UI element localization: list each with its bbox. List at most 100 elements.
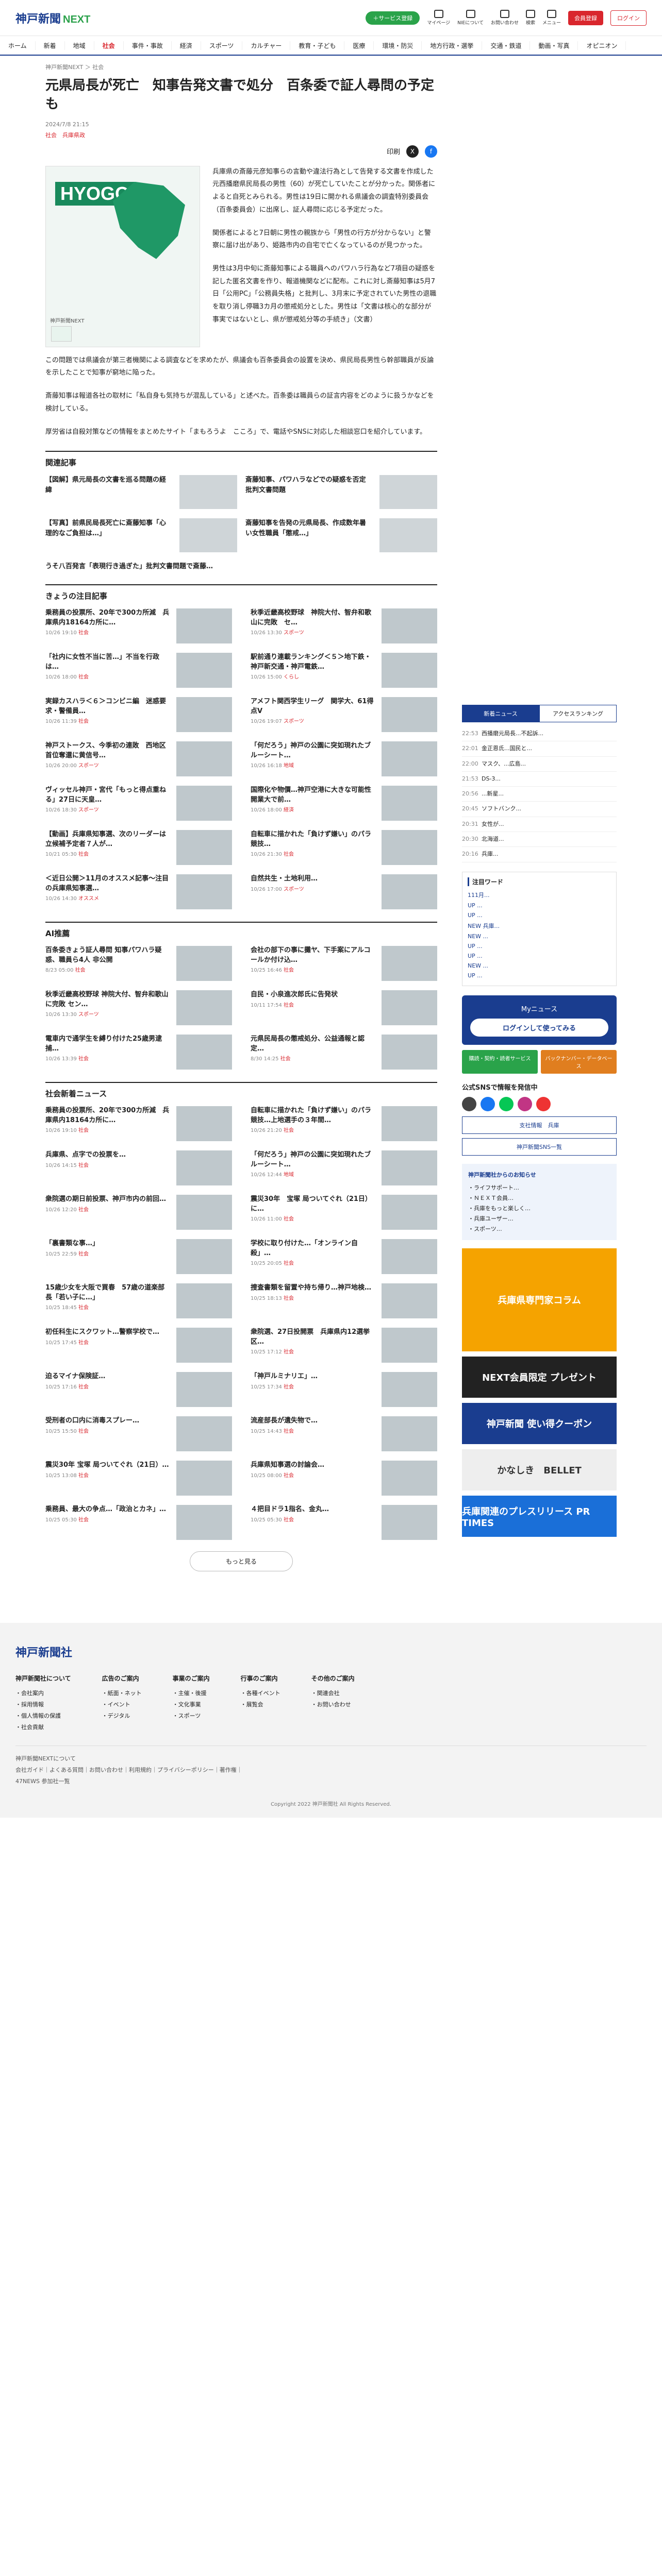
attention-item[interactable]: 111月... bbox=[468, 889, 611, 901]
footer-link[interactable]: ・主催・後援 bbox=[173, 1688, 210, 1699]
nav-item[interactable]: 地域 bbox=[65, 41, 94, 50]
tab-ranking[interactable]: アクセスランキング bbox=[539, 705, 617, 722]
nav-item[interactable]: オピニオン bbox=[578, 41, 626, 50]
login-button[interactable]: ログイン bbox=[610, 10, 647, 26]
attention-item[interactable]: UP ... bbox=[468, 910, 611, 920]
attention-item[interactable]: UP ... bbox=[468, 941, 611, 951]
nie-button[interactable]: NIEについて bbox=[457, 10, 484, 26]
footer-link[interactable]: ・各種イベント bbox=[241, 1688, 280, 1699]
bellet-banner[interactable]: かなしき BELLET bbox=[462, 1449, 617, 1491]
news-card[interactable]: 震災30年 宝塚 局ついてぐれ（21日）… 10/25 13:08 社会 bbox=[45, 1460, 232, 1496]
nav-item[interactable]: 新着 bbox=[36, 41, 65, 50]
related-item[interactable]: 【写真】前県民局長死亡に斎藤知事「心理的なご負担は…」 斎藤知事を告発の元県局長、… bbox=[45, 518, 437, 553]
more-button[interactable]: もっと見る bbox=[190, 1551, 293, 1571]
tab-new[interactable]: 新着ニュース bbox=[462, 705, 539, 722]
prtimes-banner[interactable]: 兵庫関連のプレスリリース PR TIMES bbox=[462, 1496, 617, 1537]
news-card[interactable]: 「社内に女性不当に苦…」不当を行政は… 10/26 18:00 社会 bbox=[45, 652, 232, 688]
ranking-item[interactable]: 22:53 西播磨元局長...不起訴... bbox=[462, 726, 617, 742]
news-card[interactable]: 実録カスハラ＜６＞コンビニ編 迷惑要求・警備員… 10/26 11:39 社会 bbox=[45, 697, 232, 732]
news-card[interactable]: 元県民局長の懲戒処分、公益通報と認定… 8/30 14:25 社会 bbox=[251, 1034, 437, 1070]
attention-item[interactable]: NEW ... bbox=[468, 931, 611, 941]
ranking-item[interactable]: 22:00 マスク、...広島... bbox=[462, 757, 617, 772]
news-card[interactable]: 受刑者の口内に消毒スプレー… 10/25 15:50 社会 bbox=[45, 1416, 232, 1451]
news-card[interactable]: 15歳少女を大阪で買春 57歳の道楽部長「若い子に…」 10/25 18:45 社… bbox=[45, 1283, 232, 1318]
news-card[interactable]: 初任科生にスクワット…警察学校で… 10/25 17:45 社会 bbox=[45, 1327, 232, 1363]
coupon-banner[interactable]: 神戸新聞 使い得クーポン bbox=[462, 1403, 617, 1445]
news-card[interactable]: ４把目ドラ1指名、金丸… 10/25 05:30 社会 bbox=[251, 1504, 437, 1540]
nav-item[interactable]: ホーム bbox=[0, 41, 36, 50]
news-card[interactable]: 「裏書類な事…」 10/25 22:59 社会 bbox=[45, 1239, 232, 1274]
nav-item[interactable]: 医療 bbox=[344, 41, 374, 50]
nav-item[interactable]: カルチャー bbox=[242, 41, 291, 50]
news-card[interactable]: 国際化や物價…神戸空港に大きな可能性 開業大で前… 10/26 18:00 経済 bbox=[251, 785, 437, 821]
footer-link[interactable]: ・イベント bbox=[102, 1699, 142, 1710]
attention-item[interactable]: UP ... bbox=[468, 951, 611, 961]
nav-item[interactable]: 環境・防災 bbox=[374, 41, 422, 50]
article-tags[interactable]: 社会 兵庫県政 bbox=[45, 131, 437, 139]
facebook-icon[interactable] bbox=[481, 1096, 495, 1111]
footer-links[interactable]: 会社ガイド｜よくある質問｜お問い合わせ｜利用規約｜プライバシーポリシー｜著作権｜ bbox=[15, 1765, 647, 1776]
branch-button[interactable]: 支社情報 兵庫 bbox=[462, 1116, 617, 1134]
footer-link[interactable]: ・スポーツ bbox=[173, 1710, 210, 1722]
news-card[interactable]: ヴィッセル神戸・宮代「もっと得点重ねる」27日に天皇… 10/26 18:30 ス… bbox=[45, 785, 232, 821]
breadcrumb[interactable]: 神戸新聞NEXT ＞ 社会 bbox=[45, 63, 437, 71]
contact-button[interactable]: お問い合わせ bbox=[491, 10, 519, 26]
news-card[interactable]: 震災30年 宝塚 局ついてぐれ（21日）に… 10/26 11:00 社会 bbox=[251, 1194, 437, 1230]
news-card[interactable]: 秋季近畿高校野球 神院大付、智弁和歌山に完敗 セン… 10/26 13:30 スポ… bbox=[45, 990, 232, 1025]
ranking-item[interactable]: 22:01 金正恩氏...国民と... bbox=[462, 741, 617, 757]
footer-link[interactable]: ・個人情報の保護 bbox=[15, 1710, 71, 1722]
nav-item[interactable]: 事件・事故 bbox=[124, 41, 172, 50]
notice-line[interactable]: ・ライフサポート… bbox=[468, 1183, 610, 1193]
news-card[interactable]: 自民・小泉進次郎氏に告発状 10/11 17:54 社会 bbox=[251, 990, 437, 1025]
news-card[interactable]: 【動画】兵庫県知事選、次のリーダーは 立候補予定者７人が… 10/21 05:30… bbox=[45, 829, 232, 865]
nav-item[interactable]: 経済 bbox=[172, 41, 201, 50]
news-card[interactable]: 百条委きょう証人尋問 知事パワハラ疑惑、職員ら4人 非公開 8/23 05:00 … bbox=[45, 945, 232, 981]
backnumber-button[interactable]: バックナンバー・データベース bbox=[541, 1049, 617, 1074]
x-icon[interactable] bbox=[462, 1096, 476, 1111]
news-card[interactable]: 会社の部下の事に攤ヤ、下手案にアルコールか付け込… 10/25 16:46 社会 bbox=[251, 945, 437, 981]
related-item[interactable]: うそ八百発言「表現行き過ぎた」批判文書問題で斎藤… bbox=[45, 562, 437, 572]
member-signup-button[interactable]: 会員登録 bbox=[568, 10, 603, 25]
footer-link[interactable]: ・採用情報 bbox=[15, 1699, 71, 1710]
nav-item[interactable]: 交通・鉄道 bbox=[482, 41, 531, 50]
facebook-share-icon[interactable]: f bbox=[425, 145, 437, 158]
footer-link[interactable]: ・社会貢献 bbox=[15, 1722, 71, 1733]
related-item[interactable]: 【図解】県元局長の文書を巡る問題の経緯 斎藤知事、パワハラなどでの疑惑を否定 批判… bbox=[45, 475, 437, 510]
nav-item[interactable]: スポーツ bbox=[201, 41, 243, 50]
subscribe-button[interactable]: 購読・契約・読者サービス bbox=[462, 1049, 538, 1074]
footer-link[interactable]: ・紙面・ネット bbox=[102, 1688, 142, 1699]
news-card[interactable]: 自然共生・土地利用… 10/26 17:00 スポーツ bbox=[251, 874, 437, 909]
news-card[interactable]: 駅前通り連載ランキング＜５＞地下鉄・神戸新交通・神戸電鉄… 10/26 15:00… bbox=[251, 652, 437, 688]
notice-line[interactable]: ・スポーツ… bbox=[468, 1224, 610, 1234]
news-card[interactable]: 「何だろう」神戸の公園に突如現れたブルーシート… 10/26 12:44 地域 bbox=[251, 1150, 437, 1185]
news-card[interactable]: 秋季近畿高校野球 神院大付、智弁和歌山に完敗 セ… 10/26 13:30 スポー… bbox=[251, 608, 437, 643]
sns-list-button[interactable]: 神戸新聞SNS一覧 bbox=[462, 1138, 617, 1156]
ranking-item[interactable]: 20:31 女性が... bbox=[462, 817, 617, 833]
news-card[interactable]: 電車内で通学生を縛り付けた25歳男逮捕… 10/26 13:39 社会 bbox=[45, 1034, 232, 1070]
notice-line[interactable]: ・ＮＥＸＴ会員… bbox=[468, 1193, 610, 1204]
news-card[interactable]: 衆院選の期日前投票、神戸市内の前回… 10/26 12:20 社会 bbox=[45, 1194, 232, 1230]
ranking-item[interactable]: 20:30 北海道... bbox=[462, 832, 617, 848]
nav-item[interactable]: 地方行政・選挙 bbox=[422, 41, 483, 50]
footer-link[interactable]: ・デジタル bbox=[102, 1710, 142, 1722]
notice-line[interactable]: ・兵庫ユーザー… bbox=[468, 1214, 610, 1224]
attention-item[interactable]: UP ... bbox=[468, 971, 611, 980]
footer-link[interactable]: ・展覧会 bbox=[241, 1699, 280, 1710]
present-banner[interactable]: NEXT会員限定 プレゼント bbox=[462, 1357, 617, 1398]
news-card[interactable]: 捜査書類を留置や持ち帰り…神戸地検… 10/25 18:13 社会 bbox=[251, 1283, 437, 1318]
ranking-item[interactable]: 20:16 兵庫... bbox=[462, 847, 617, 862]
column-banner[interactable]: 兵庫県専門家コラム bbox=[462, 1248, 617, 1352]
attention-item[interactable]: UP ... bbox=[468, 901, 611, 910]
news-card[interactable]: ＜近日公開＞11月のオススメ記事〜注目の兵庫県知事選… 10/26 14:30 オ… bbox=[45, 874, 232, 909]
nav-item[interactable]: 教育・子ども bbox=[290, 41, 345, 50]
news-card[interactable]: 衆院選、27日投開票 兵庫県内12選挙区… 10/25 17:12 社会 bbox=[251, 1327, 437, 1363]
news-card[interactable]: 兵庫県、点字での投票を… 10/26 14:15 社会 bbox=[45, 1150, 232, 1185]
mynews-login-button[interactable]: ログインして使ってみる bbox=[470, 1018, 608, 1037]
news-card[interactable]: 流産部長が遺失物で… 10/25 14:43 社会 bbox=[251, 1416, 437, 1451]
news-card[interactable]: 自転車に描かれた「負けず嫌い」のパラ競技…上地選手の３年間… 10/26 21:2… bbox=[251, 1106, 437, 1141]
search-button[interactable]: 検索 bbox=[525, 10, 535, 26]
news-card[interactable]: アメフト関西学生リーグ 関学大、61得点V 10/26 19:07 スポーツ bbox=[251, 697, 437, 732]
line-icon[interactable] bbox=[499, 1096, 514, 1111]
menu-button[interactable]: メニュー bbox=[542, 10, 561, 26]
footer-link[interactable]: ・文化事業 bbox=[173, 1699, 210, 1710]
